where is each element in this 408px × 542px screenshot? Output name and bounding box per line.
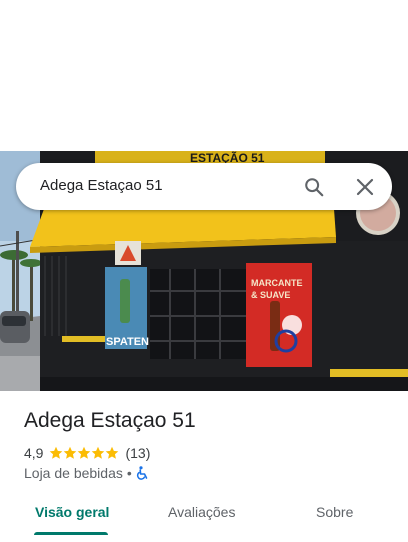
star-icon xyxy=(64,446,77,459)
search-bar[interactable]: Adega Estaçao 51 xyxy=(16,163,392,210)
rating-value: 4,9 xyxy=(24,445,44,461)
tab-bar: Visão geral Avaliações Sobre xyxy=(0,497,408,542)
place-title: Adega Estaçao 51 xyxy=(24,409,196,432)
category-row: Loja de bebidas • xyxy=(24,464,149,482)
separator: • xyxy=(126,465,132,481)
poster-left-text: SPATEN xyxy=(106,336,149,348)
search-input[interactable]: Adega Estaçao 51 xyxy=(40,177,163,194)
category-label: Loja de bebidas xyxy=(24,465,123,481)
search-icon[interactable] xyxy=(301,174,327,200)
close-icon[interactable] xyxy=(352,174,378,200)
active-tab-indicator xyxy=(34,532,108,535)
star-rating xyxy=(49,446,119,460)
wheelchair-accessible-icon xyxy=(136,466,149,480)
star-icon xyxy=(92,446,105,459)
reviews-count[interactable]: (13) xyxy=(125,445,150,461)
tab-overview[interactable]: Visão geral xyxy=(35,504,109,520)
poster-right-line1: MARCANTE xyxy=(251,278,303,288)
tab-reviews[interactable]: Avaliações xyxy=(168,504,235,520)
star-icon xyxy=(50,446,63,459)
poster-right-line2: & SUAVE xyxy=(251,290,290,300)
star-icon xyxy=(106,446,119,459)
tab-about[interactable]: Sobre xyxy=(316,504,353,520)
star-icon xyxy=(78,446,91,459)
rating-row[interactable]: 4,9 (13) xyxy=(24,443,150,463)
